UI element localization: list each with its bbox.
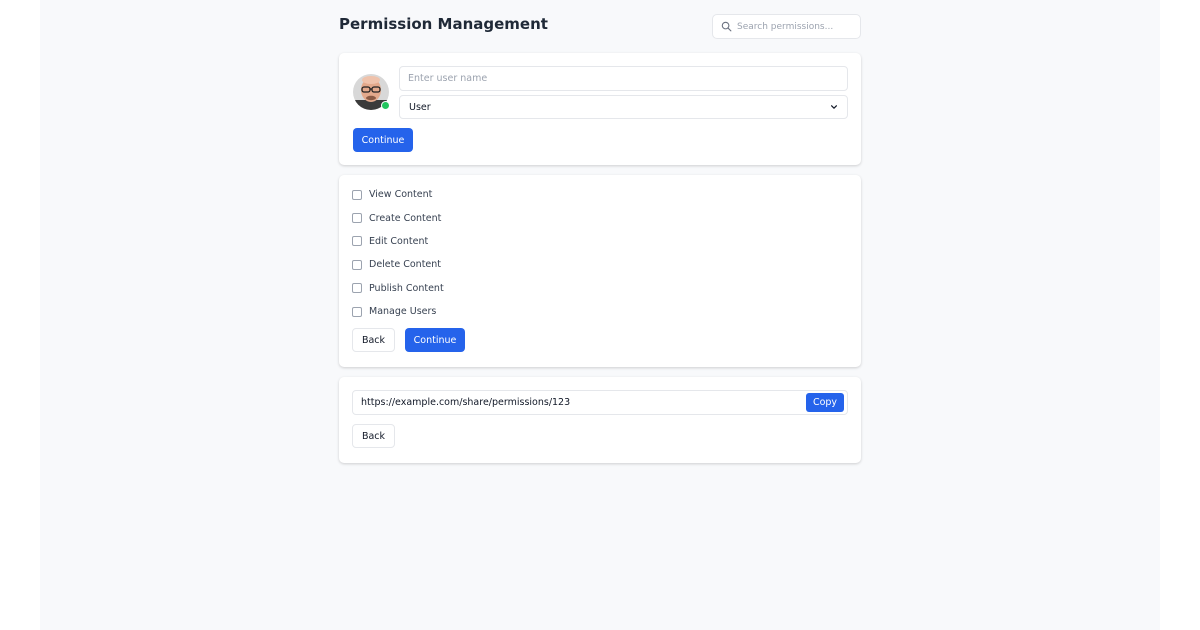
permission-item-view-content[interactable]: View Content	[352, 183, 444, 206]
continue-button[interactable]: Continue	[353, 128, 413, 152]
copy-button[interactable]: Copy	[806, 393, 844, 412]
permission-item-create-content[interactable]: Create Content	[352, 206, 444, 229]
permission-item-manage-users[interactable]: Manage Users	[352, 300, 444, 323]
checkbox[interactable]	[352, 306, 362, 317]
search-icon	[721, 21, 732, 32]
permission-label: View Content	[369, 189, 433, 201]
share-card: https://example.com/share/permissions/12…	[339, 377, 861, 463]
permission-label: Publish Content	[369, 282, 444, 294]
search-box[interactable]	[712, 14, 861, 39]
checkbox[interactable]	[352, 236, 362, 247]
permission-item-publish-content[interactable]: Publish Content	[352, 277, 444, 300]
permission-label: Delete Content	[369, 259, 442, 271]
search-input[interactable]	[737, 21, 857, 32]
permission-wizard: Permission Management Search permissions…	[339, 0, 861, 463]
page-title: Permission Management	[339, 15, 548, 33]
permission-label: Manage Users	[369, 306, 437, 318]
permission-item-delete-content[interactable]: Delete Content	[352, 253, 444, 276]
permission-item-edit-content[interactable]: Edit Content	[352, 230, 444, 253]
checkbox[interactable]	[352, 259, 362, 270]
continue-button[interactable]: Continue	[405, 328, 465, 352]
share-url[interactable]: https://example.com/share/permissions/12…	[361, 397, 570, 408]
user-card: User Continue	[339, 53, 861, 165]
checkbox[interactable]	[352, 213, 362, 224]
avatar[interactable]	[353, 74, 390, 110]
chevron-down-icon	[831, 105, 837, 109]
back-button[interactable]: Back	[352, 328, 395, 352]
checkbox[interactable]	[352, 283, 362, 294]
permission-list: View Content Create Content Edit Content…	[352, 183, 444, 323]
permission-label: Edit Content	[369, 235, 429, 247]
user-name-input[interactable]	[399, 66, 848, 91]
back-button[interactable]: Back	[352, 424, 395, 448]
header: Permission Management	[339, 0, 861, 52]
permission-label: Create Content	[369, 212, 442, 224]
role-select-value: User	[409, 101, 431, 113]
checkbox[interactable]	[352, 189, 362, 200]
role-select[interactable]: User	[399, 95, 848, 119]
page-background: Permission Management Search permissions…	[40, 0, 1160, 630]
online-status-dot	[381, 101, 390, 110]
share-link-field[interactable]: https://example.com/share/permissions/12…	[352, 390, 848, 415]
permissions-card: View Content Create Content Edit Content…	[339, 175, 861, 367]
